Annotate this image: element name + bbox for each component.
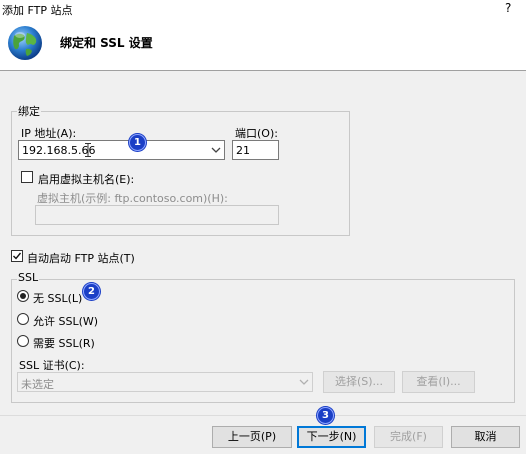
annotation-badge-2: 2: [83, 283, 100, 300]
title-bar: 添加 FTP 站点 ?: [0, 0, 526, 18]
ssl-cert-combobox[interactable]: 未选定: [17, 372, 313, 392]
window-title: 添加 FTP 站点: [2, 4, 73, 17]
virtual-host-label: 虚拟主机(示例: ftp.contoso.com)(H):: [37, 192, 228, 205]
chevron-down-icon[interactable]: [299, 377, 309, 387]
radio-selected-dot: [20, 293, 26, 299]
page-title: 绑定和 SSL 设置: [60, 36, 153, 50]
virtual-host-checkbox-label: 启用虚拟主机名(E):: [38, 173, 135, 186]
help-button[interactable]: ?: [505, 1, 511, 15]
radio-no-ssl[interactable]: [17, 290, 29, 302]
binding-group-label: 绑定: [17, 103, 41, 119]
ip-address-label: IP 地址(A):: [21, 127, 77, 140]
cancel-button[interactable]: 取消: [451, 426, 520, 448]
finish-button[interactable]: 完成(F): [374, 426, 443, 448]
view-cert-button[interactable]: 查看(I)...: [402, 371, 475, 393]
ssl-cert-label: SSL 证书(C):: [19, 359, 85, 372]
globe-icon: [8, 26, 42, 60]
port-field[interactable]: 21: [232, 140, 279, 160]
radio-allow-ssl-label: 允许 SSL(W): [33, 315, 99, 328]
previous-button[interactable]: 上一页(P): [212, 426, 292, 448]
autostart-checkbox[interactable]: [11, 250, 23, 262]
autostart-label: 自动启动 FTP 站点(T): [27, 252, 135, 265]
radio-require-ssl-label: 需要 SSL(R): [33, 337, 95, 350]
footer-divider: [0, 415, 526, 416]
virtual-host-field[interactable]: [35, 205, 279, 225]
annotation-badge-1: 1: [129, 134, 146, 151]
ssl-cert-value: 未选定: [21, 378, 54, 391]
radio-require-ssl[interactable]: [17, 335, 29, 347]
port-label: 端口(O):: [235, 127, 278, 140]
radio-allow-ssl[interactable]: [17, 313, 29, 325]
wizard-header: 绑定和 SSL 设置: [0, 18, 526, 71]
chevron-down-icon[interactable]: [211, 145, 221, 155]
virtual-host-checkbox[interactable]: [21, 171, 33, 183]
annotation-badge-3: 3: [317, 407, 334, 424]
next-button[interactable]: 下一步(N): [297, 426, 366, 448]
ssl-group-label: SSL: [17, 271, 40, 284]
radio-no-ssl-label: 无 SSL(L): [33, 292, 83, 305]
ip-address-combobox[interactable]: 192.168.5.66: [18, 140, 225, 160]
checkmark-icon: [13, 252, 22, 260]
text-cursor-icon: [85, 143, 91, 157]
select-cert-button[interactable]: 选择(S)...: [323, 371, 395, 393]
